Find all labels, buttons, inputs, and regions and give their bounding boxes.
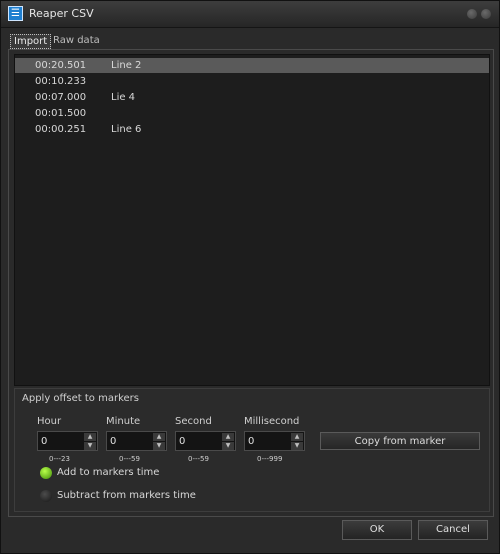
- tab-raw-data[interactable]: Raw data: [50, 34, 103, 47]
- window-title: Reaper CSV: [29, 7, 94, 20]
- import-panel: 00:20.501 Line 2 00:10.233 00:07.000 Lie…: [8, 49, 494, 517]
- subtract-from-markers-label: Subtract from markers time: [57, 490, 196, 501]
- minimize-icon[interactable]: [467, 9, 477, 19]
- radio-selected-icon[interactable]: [40, 467, 52, 479]
- spin-up-icon[interactable]: ▲: [84, 433, 96, 441]
- second-range: 0---59: [188, 455, 209, 463]
- list-item[interactable]: 00:20.501 Line 2: [15, 58, 489, 73]
- tab-import[interactable]: Import: [10, 34, 52, 49]
- list-item[interactable]: 00:00.251 Line 6: [15, 122, 489, 137]
- list-item[interactable]: 00:07.000 Lie 4: [15, 90, 489, 105]
- second-label: Second: [175, 416, 212, 427]
- marker-name: Line 2: [111, 60, 142, 71]
- app-icon: ☰: [8, 6, 23, 21]
- second-spinbox[interactable]: ▲ ▼: [175, 431, 236, 451]
- spin-up-icon[interactable]: ▲: [291, 433, 303, 441]
- marker-time: 00:10.233: [35, 76, 87, 87]
- second-input[interactable]: [179, 435, 219, 449]
- spin-up-icon[interactable]: ▲: [222, 433, 234, 441]
- spin-down-icon[interactable]: ▼: [291, 442, 303, 450]
- hour-range: 0---23: [49, 455, 70, 463]
- title-bar[interactable]: ☰ Reaper CSV: [1, 1, 499, 28]
- marker-name: Line 6: [111, 124, 142, 135]
- ok-button[interactable]: OK: [342, 520, 412, 540]
- hour-spinbox[interactable]: ▲ ▼: [37, 431, 98, 451]
- marker-time: 00:00.251: [35, 124, 87, 135]
- list-item[interactable]: 00:01.500: [15, 106, 489, 121]
- marker-list[interactable]: 00:20.501 Line 2 00:10.233 00:07.000 Lie…: [14, 54, 490, 386]
- close-icon[interactable]: [481, 9, 491, 19]
- minute-label: Minute: [106, 416, 141, 427]
- copy-from-marker-button[interactable]: Copy from marker: [320, 432, 480, 450]
- add-to-markers-label: Add to markers time: [57, 467, 160, 478]
- millisecond-input[interactable]: [248, 435, 288, 449]
- offset-group: Apply offset to markers Hour ▲ ▼ 0---23 …: [14, 388, 490, 512]
- list-item[interactable]: 00:10.233: [15, 74, 489, 89]
- minute-spinbox[interactable]: ▲ ▼: [106, 431, 167, 451]
- offset-group-title: Apply offset to markers: [22, 393, 139, 404]
- spin-down-icon[interactable]: ▼: [84, 442, 96, 450]
- spin-down-icon[interactable]: ▼: [153, 442, 165, 450]
- reaper-csv-dialog: ☰ Reaper CSV Import Raw data 00:20.501 L…: [0, 0, 500, 554]
- marker-time: 00:01.500: [35, 108, 87, 119]
- millisecond-label: Millisecond: [244, 416, 300, 427]
- marker-time: 00:07.000: [35, 92, 87, 103]
- radio-unselected-icon[interactable]: [40, 490, 52, 502]
- marker-time: 00:20.501: [35, 60, 87, 71]
- marker-name: Lie 4: [111, 92, 136, 103]
- millisecond-range: 0---999: [257, 455, 283, 463]
- cancel-button[interactable]: Cancel: [418, 520, 488, 540]
- spin-up-icon[interactable]: ▲: [153, 433, 165, 441]
- minute-range: 0---59: [119, 455, 140, 463]
- hour-input[interactable]: [41, 435, 81, 449]
- hour-label: Hour: [37, 416, 62, 427]
- minute-input[interactable]: [110, 435, 150, 449]
- spin-down-icon[interactable]: ▼: [222, 442, 234, 450]
- millisecond-spinbox[interactable]: ▲ ▼: [244, 431, 305, 451]
